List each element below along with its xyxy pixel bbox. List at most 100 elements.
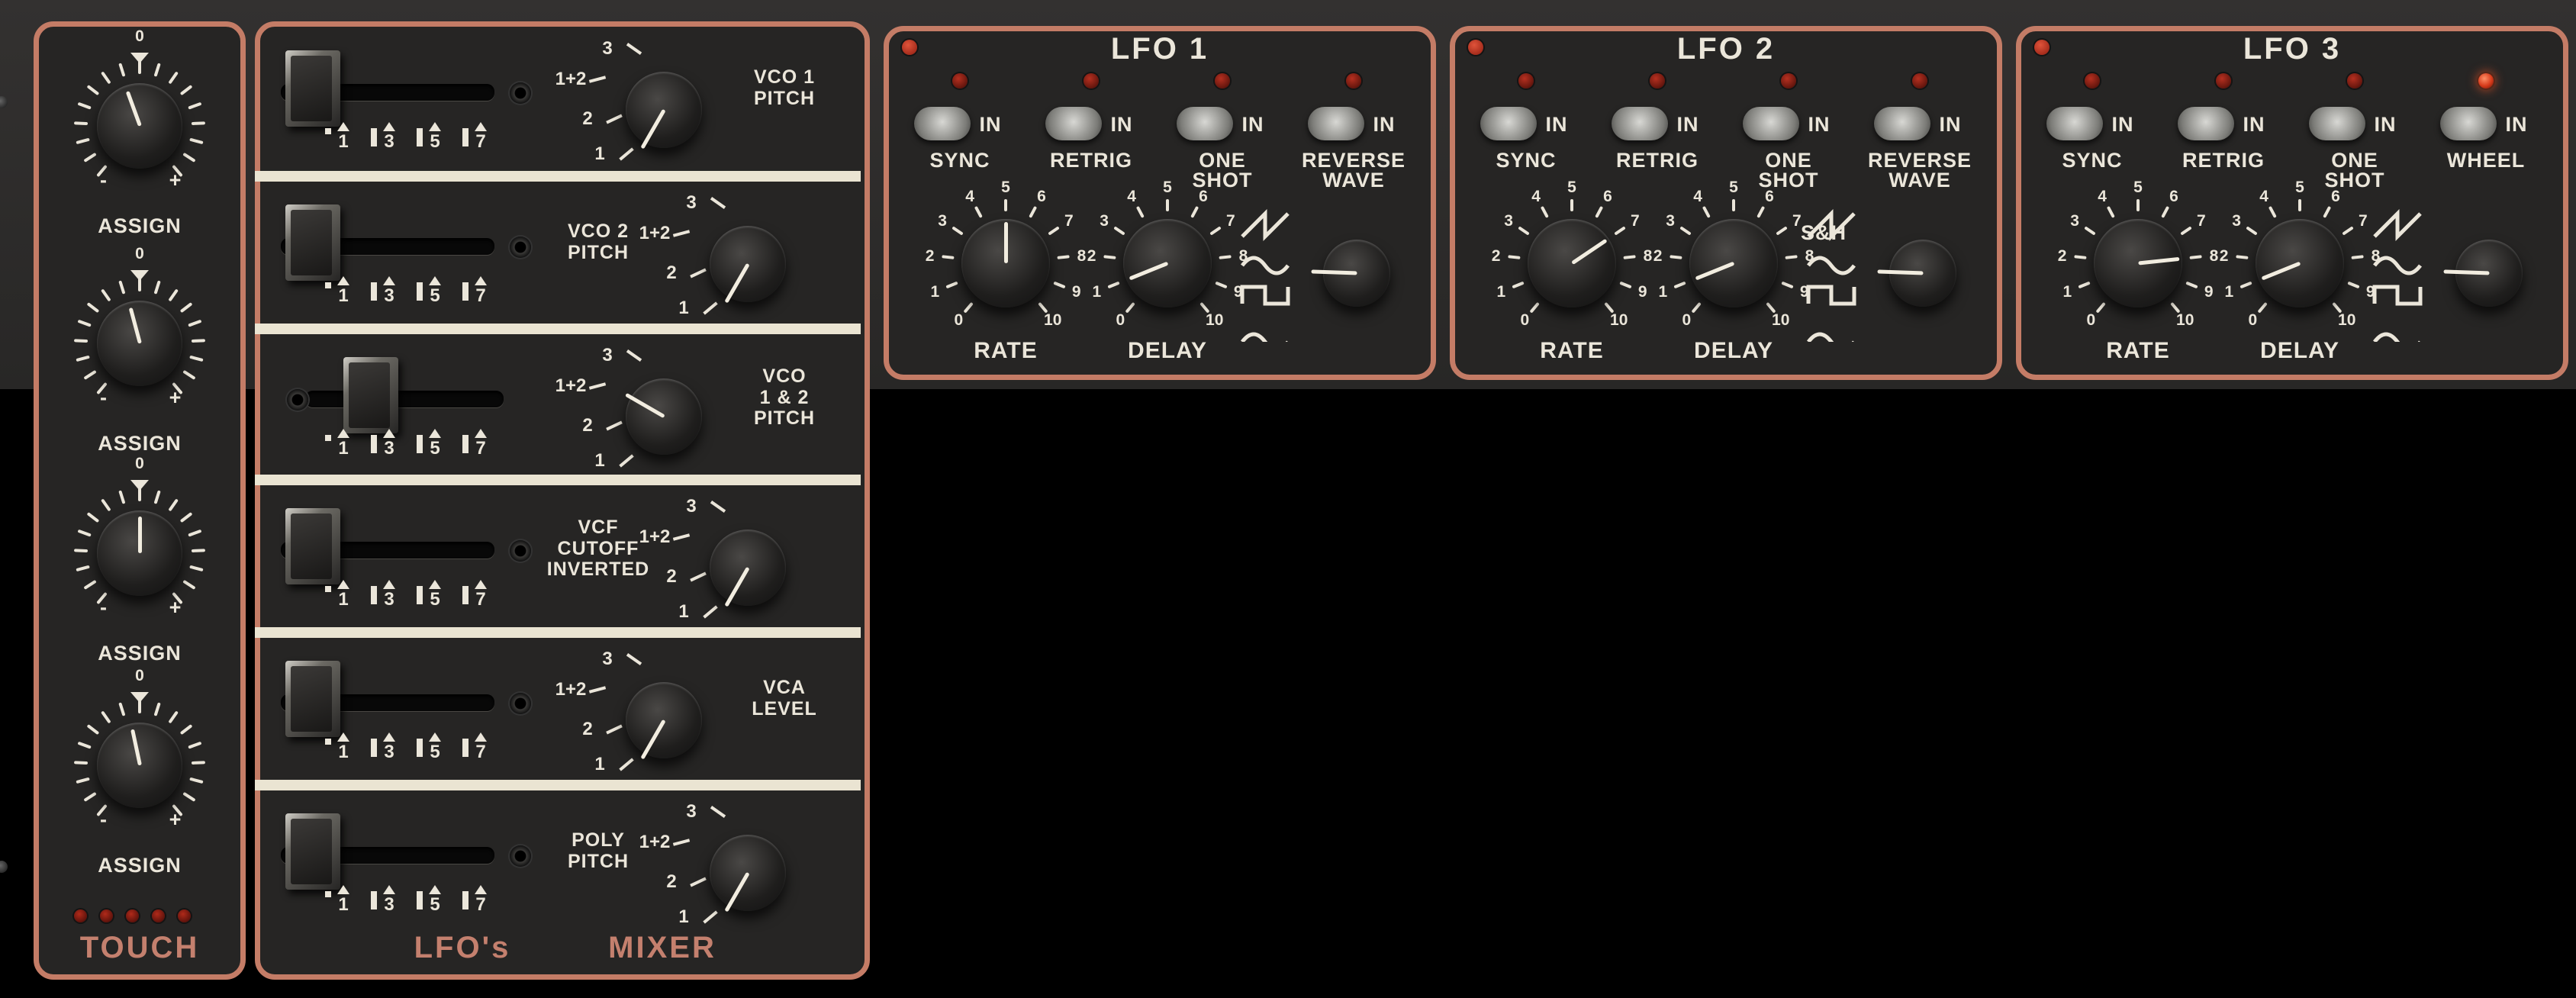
touch-knob-4-scale-tick [191,761,205,765]
channel-scale-arrow [429,885,441,894]
touch-knob-zero: 0 [135,27,144,45]
lfo-1-title: LFO 1 [1110,32,1209,66]
channel-scale-bar [417,891,423,909]
lfo-in-label: IN [1373,113,1396,136]
touch-knob-plus: + [169,169,182,192]
lfo-2-rate-knob[interactable] [1528,219,1616,307]
lfo-rate-scale-number: 1 [1496,283,1506,301]
lfo-rate-scale-number: 6 [1603,187,1612,205]
lfo-1-one-shot-toggle[interactable] [1177,107,1233,140]
lfo-3-retrig-toggle[interactable] [2178,107,2234,140]
mixer-left-title: LFO's [414,931,511,964]
lfo-delay-scale-number: 10 [1206,311,1224,329]
channel-4-slider-handle[interactable] [285,508,340,584]
touch-knob-1-scale-tick [76,138,90,144]
touch-knob-3-scale-tick [101,499,111,511]
lfo-2-sync-led [1518,73,1534,89]
lfo-3-sync-toggle[interactable] [2046,107,2103,140]
touch-knob-3-pointer [130,480,149,491]
touch-knob-4-scale-tick [87,724,99,735]
channel-scale-number: 3 [384,894,394,915]
lfo-2-sync-toggle[interactable] [1480,107,1537,140]
lfo-in-label: IN [1110,113,1133,136]
lfo-1-delay-ticks-tick [1103,255,1116,259]
touch-knob-1-pointer [130,53,149,63]
channel-scale-arrow [429,276,441,285]
touch-assign-knob-2[interactable] [97,301,182,386]
lfo-1-delay-ticks-tick [1215,282,1228,288]
lfo-delay-scale-number: 1 [1092,283,1102,301]
lfo-1-sync-toggle[interactable] [914,107,971,140]
lfo-2-retrig-toggle[interactable] [1612,107,1668,140]
channel-scale-number: 7 [475,894,486,915]
channel-1-rotary-switch[interactable] [626,72,702,150]
lfo-rate-scale-number: 3 [1504,212,1513,230]
lfo-3-rate-knob[interactable] [2094,219,2182,307]
channel-6-rotary-switch[interactable] [710,835,786,913]
channel-scale-arrow [383,429,395,438]
lfo-2-rate-ticks-tick [1541,206,1549,218]
touch-knob-3-scale-tick [169,499,179,511]
channel-4-rotary-switch[interactable] [710,530,786,607]
lfo-1-delay-ticks-tick [1210,227,1221,235]
lfo-2-waveform-selector[interactable] [1876,240,1956,307]
channel-1-switch-pos-1: 1 [594,143,605,164]
channel-2-jack[interactable] [510,237,531,258]
lfo-3-delay-knob[interactable] [2256,219,2344,307]
lfo-1-delay-knob[interactable] [1123,219,1212,307]
lfo-2-retrig-led [1650,73,1665,89]
lfo-2-one-shot-toggle[interactable] [1743,107,1799,140]
channel-4-rotary-switch-indicator [723,566,750,607]
channel-1-slider-handle[interactable] [285,50,340,127]
channel-6-jack[interactable] [510,845,531,867]
lfo-1-waveform-selector[interactable] [1310,240,1390,307]
channel-4-jack[interactable] [510,540,531,562]
touch-knob-minus: - [100,808,108,831]
channel-3-slider-track[interactable] [305,391,504,407]
channel-3-rotary-switch[interactable] [624,378,702,455]
lfo-in-label: IN [2243,113,2265,136]
channel-2-slider-handle[interactable] [285,204,340,281]
channel-3-jack[interactable] [287,389,308,410]
channel-5-jack[interactable] [510,693,531,714]
lfo-1-delay-ticks-tick [1114,227,1125,235]
touch-knob-4-scale-tick [76,777,90,784]
channel-6-slider-handle[interactable] [285,813,340,890]
lfo-2-delay-knob[interactable] [1689,219,1778,307]
channel-5-rotary-switch[interactable] [626,682,702,760]
channel-scale-arrow [383,732,395,742]
lfo-3-one-shot-toggle[interactable] [2309,107,2365,140]
touch-knob-4-scale-tick [154,702,161,716]
channel-1-jack[interactable] [510,82,531,104]
channel-5-switch-pos-3: 3 [602,649,613,669]
lfo-3-switch-label: RETRIG [2182,149,2265,172]
lfo-1-rate-knob[interactable] [961,219,1050,307]
touch-knob-4-scale-tick [118,702,125,716]
lfo-3-wheel-toggle[interactable] [2440,107,2497,140]
lfo-3-waveform-selector[interactable] [2442,240,2523,307]
lfo-3-rate-ticks-tick [2107,206,2115,218]
channel-scale-number: 5 [430,285,440,306]
channel-3-slider-handle[interactable] [343,357,398,433]
channel-scale-arrow [475,276,487,285]
touch-knob-4-scale-tick [101,711,111,723]
touch-assign-knob-3[interactable] [97,510,182,596]
lfo-1-retrig-toggle[interactable] [1045,107,1102,140]
touch-knob-zero: 0 [135,245,144,262]
touch-assign-knob-4[interactable] [97,723,182,808]
lfo-1-rate-ticks-tick [1038,302,1048,313]
channel-5-slider-handle[interactable] [285,661,340,737]
channel-4-switch-pos-3: 3 [686,496,697,517]
channel-1-label: VCO 1 PITCH [753,66,816,109]
lfo-delay-scale-number: 3 [1100,212,1109,230]
lfo-rate-scale-number: 7 [1064,212,1074,230]
channel-scale-number: 1 [338,894,349,915]
lfo-2-delay-ticks-tick [1680,227,1691,235]
lfo-2-reverse-wave-toggle[interactable] [1874,107,1930,140]
channel-2-rotary-switch[interactable] [710,226,786,304]
lfo-1-reverse-wave-toggle[interactable] [1308,107,1364,140]
touch-assign-knob-1[interactable] [97,83,182,169]
touch-knob-3-scale-tick [180,512,192,523]
lfo-2-rate-ticks-tick [1512,282,1525,288]
channel-1-switch-pos-1plus2: 1+2 [555,69,587,89]
